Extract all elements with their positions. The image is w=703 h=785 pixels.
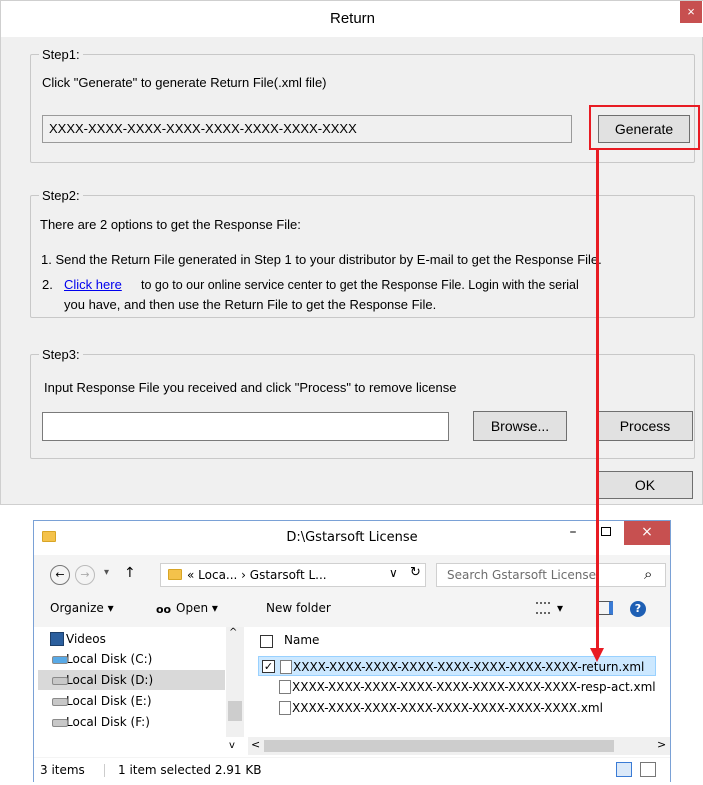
details-view-icon[interactable] — [616, 762, 632, 777]
open-with-icon: oo — [156, 603, 172, 616]
step1-legend: Step1: — [42, 47, 80, 62]
maximize-icon — [601, 527, 611, 536]
status-divider — [104, 764, 105, 777]
status-item-count: 3 items — [40, 763, 85, 777]
organize-menu[interactable]: Organize ▾ — [50, 601, 114, 615]
nav-item-local-disk-d[interactable]: Local Disk (D:) — [38, 670, 225, 690]
file-row[interactable]: XXXX-XXXX-XXXX-XXXX-XXXX-XXXX-XXXX-XXXX-… — [258, 677, 656, 697]
nav-item-local-disk-e[interactable]: Local Disk (E:) — [44, 691, 224, 711]
view-menu-dropdown[interactable]: ▾ — [557, 601, 563, 615]
nav-item-label: Local Disk (C:) — [66, 652, 153, 666]
status-selection: 1 item selected 2.91 KB — [118, 763, 262, 777]
drive-icon — [52, 656, 68, 664]
up-icon[interactable]: ↑ — [124, 565, 136, 581]
dialog-title: Return — [1, 1, 703, 37]
scroll-right-icon[interactable]: > — [657, 738, 666, 751]
xml-file-icon — [280, 660, 292, 674]
recent-locations-icon[interactable]: ▾ — [104, 567, 109, 578]
forward-icon[interactable]: → — [75, 565, 95, 585]
explorer-close-button[interactable]: × — [624, 521, 670, 545]
drive-icon — [52, 719, 68, 727]
minimize-button[interactable]: – — [559, 521, 587, 545]
step2-option2-text: to go to our online service center to ge… — [141, 278, 579, 292]
select-all-checkbox[interactable] — [260, 635, 273, 648]
step2-option1: 1. Send the Return File generated in Ste… — [41, 252, 602, 267]
step2-intro: There are 2 options to get the Response … — [40, 217, 301, 232]
annotation-arrow-head — [590, 648, 604, 662]
address-path: « Loca... › Gstarsoft L... — [187, 568, 327, 582]
help-icon[interactable]: ? — [630, 601, 646, 617]
response-file-input[interactable] — [42, 412, 449, 441]
folder-icon — [42, 531, 56, 542]
nav-item-videos[interactable]: Videos — [44, 629, 224, 649]
refresh-icon[interactable]: ↻ — [410, 565, 421, 580]
nav-item-local-disk-c[interactable]: Local Disk (C:) — [44, 649, 224, 669]
address-bar[interactable]: « Loca... › Gstarsoft L... — [160, 563, 426, 587]
browse-button[interactable]: Browse... — [473, 411, 567, 441]
file-name: XXXX-XXXX-XXXX-XXXX-XXXX-XXXX-XXXX-XXXX.… — [292, 701, 603, 715]
nav-item-label: Videos — [66, 632, 106, 646]
search-input[interactable]: Search Gstarsoft License — [436, 563, 666, 587]
file-row[interactable]: XXXX-XXXX-XXXX-XXXX-XXXX-XXXX-XXXX-XXXX.… — [258, 698, 656, 718]
return-code-field[interactable]: XXXX-XXXX-XXXX-XXXX-XXXX-XXXX-XXXX-XXXX — [42, 115, 572, 143]
column-header-name[interactable]: Name — [284, 633, 319, 647]
step3-instruction: Input Response File you received and cli… — [44, 380, 457, 395]
nav-item-label: Local Disk (F:) — [66, 715, 150, 729]
navigation-pane: Videos Local Disk (C:) Local Disk (D:) L… — [34, 627, 248, 757]
file-name: XXXX-XXXX-XXXX-XXXX-XXXX-XXXX-XXXX-XXXX-… — [292, 680, 656, 694]
nav-item-label: Local Disk (D:) — [66, 673, 154, 687]
row-checkbox[interactable]: ✓ — [262, 660, 275, 673]
back-icon[interactable]: ← — [50, 565, 70, 585]
step2-option2-text-cont: you have, and then use the Return File t… — [64, 297, 437, 312]
nav-scroll-thumb[interactable] — [228, 701, 242, 721]
annotation-arrow-line — [596, 150, 599, 650]
file-name: XXXX-XXXX-XXXX-XXXX-XXXX-XXXX-XXXX-XXXX-… — [293, 660, 645, 674]
status-bar: 3 items 1 item selected 2.91 KB — [34, 758, 670, 782]
file-list-scroll-thumb[interactable] — [264, 740, 614, 752]
preview-pane-icon[interactable] — [597, 601, 613, 615]
open-menu[interactable]: Open ▾ — [176, 601, 218, 615]
drive-icon — [52, 698, 68, 706]
step2-option2-number: 2. — [42, 277, 53, 292]
step1-instruction: Click "Generate" to generate Return File… — [42, 75, 327, 90]
address-folder-icon — [168, 569, 182, 580]
scroll-up-icon[interactable]: ^ — [229, 627, 237, 638]
view-options-icon[interactable] — [536, 602, 550, 614]
dialog-close-button[interactable]: × — [680, 1, 702, 23]
xml-file-icon — [279, 680, 291, 694]
click-here-link[interactable]: Click here — [64, 277, 122, 292]
ok-button[interactable]: OK — [597, 471, 693, 499]
large-icons-view-icon[interactable] — [640, 762, 656, 777]
step3-legend: Step3: — [42, 347, 80, 362]
explorer-window: D:\Gstarsoft License – × ← → ▾ ↑ « Loca.… — [33, 520, 671, 782]
step2-legend: Step2: — [42, 188, 80, 203]
address-dropdown-icon[interactable]: ∨ — [389, 566, 398, 580]
scroll-down-icon[interactable]: v — [229, 740, 235, 751]
new-folder-button[interactable]: New folder — [266, 601, 331, 615]
generate-highlight-box — [589, 105, 700, 150]
process-button[interactable]: Process — [597, 411, 693, 441]
drive-icon — [52, 677, 68, 685]
scroll-left-icon[interactable]: < — [251, 738, 260, 751]
xml-file-icon — [279, 701, 291, 715]
nav-item-local-disk-f[interactable]: Local Disk (F:) — [44, 712, 224, 732]
search-icon[interactable]: ⌕ — [644, 565, 652, 583]
nav-item-label: Local Disk (E:) — [66, 694, 152, 708]
videos-icon — [50, 632, 64, 646]
